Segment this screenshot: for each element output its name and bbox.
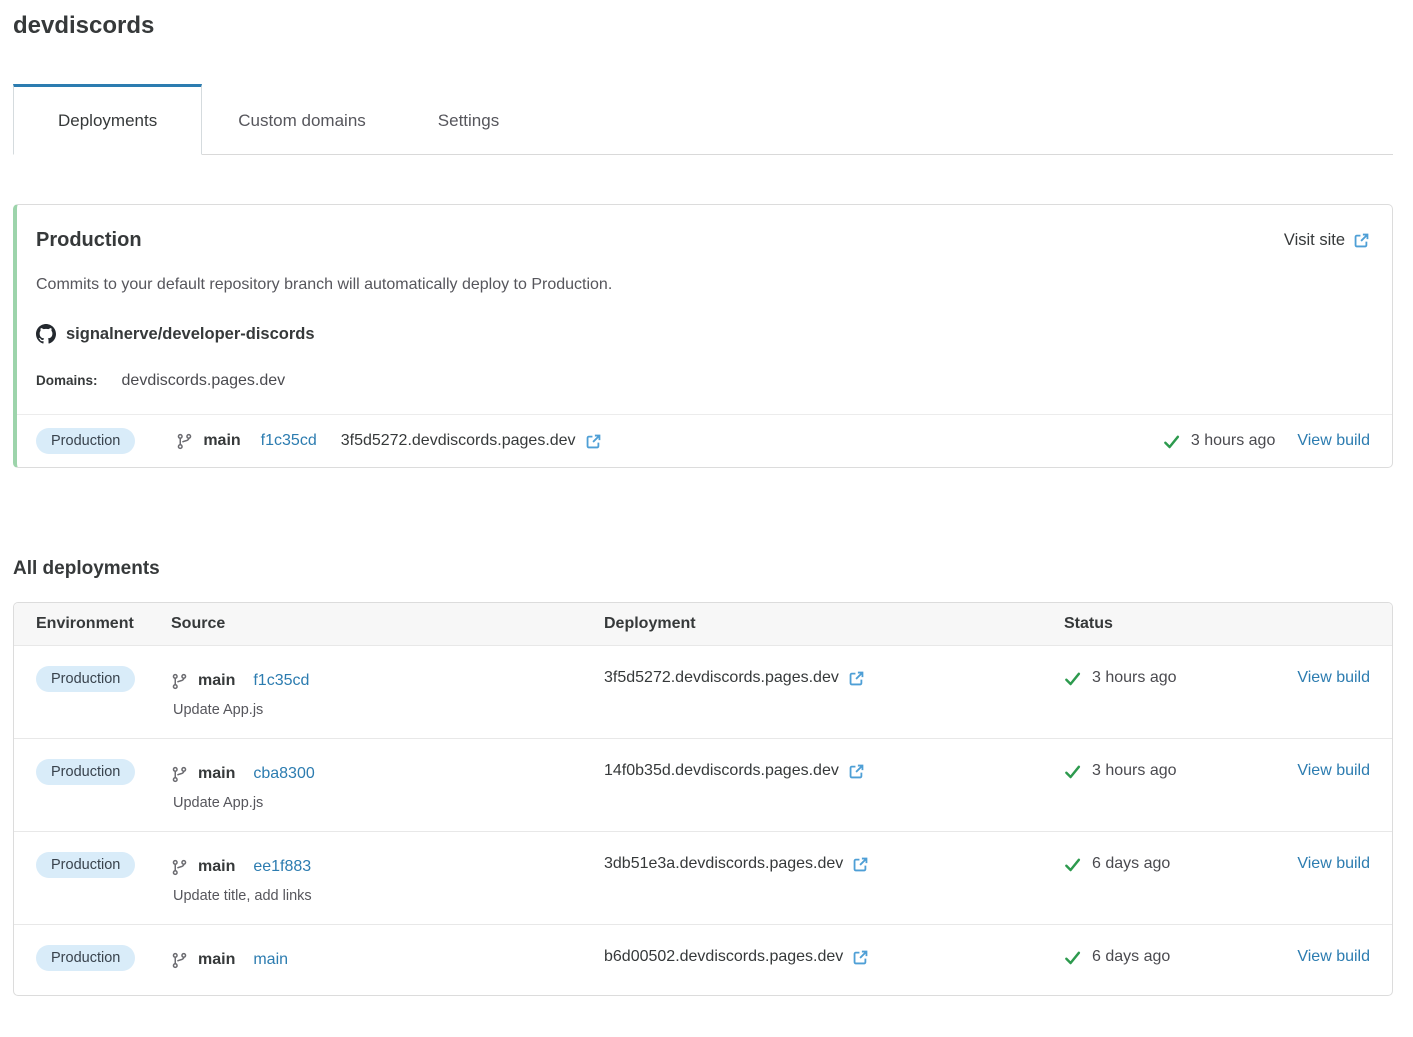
domains-label: Domains: — [36, 373, 98, 388]
view-build-link[interactable]: View build — [1297, 762, 1370, 780]
branch-name: main — [198, 672, 235, 690]
table-row: Production main ee1f883 Update title, ad… — [14, 831, 1392, 924]
production-deployment-row: Production main f1c35cd 3f5d5272.devdisc… — [17, 414, 1392, 467]
tab-settings[interactable]: Settings — [402, 84, 535, 155]
domains-value: devdiscords.pages.dev — [122, 372, 286, 390]
commit-link[interactable]: cba8300 — [253, 765, 314, 783]
commit-link[interactable]: ee1f883 — [253, 858, 311, 876]
environment-badge: Production — [36, 852, 135, 878]
commit-link[interactable]: f1c35cd — [253, 672, 309, 690]
tab-bar: Deployments Custom domains Settings — [13, 84, 1393, 155]
check-icon — [1163, 433, 1180, 450]
status-time: 3 hours ago — [1191, 432, 1276, 450]
github-icon — [36, 324, 56, 344]
deployment-url: 14f0b35d.devdiscords.pages.dev — [604, 762, 839, 780]
view-build-link[interactable]: View build — [1297, 432, 1370, 450]
visit-site-label: Visit site — [1284, 231, 1345, 250]
external-link-icon[interactable] — [852, 949, 869, 966]
table-row: Production main f1c35cd Update App.js 3f… — [14, 645, 1392, 738]
check-icon — [1064, 670, 1081, 687]
tab-custom-domains[interactable]: Custom domains — [202, 84, 402, 155]
deployment-url: b6d00502.devdiscords.pages.dev — [604, 948, 843, 966]
deployment-url: 3f5d5272.devdiscords.pages.dev — [341, 432, 576, 450]
environment-badge: Production — [36, 428, 135, 454]
deployments-table: Environment Source Deployment Status Pro… — [13, 602, 1393, 996]
all-deployments-title: All deployments — [13, 558, 1393, 580]
check-icon — [1064, 949, 1081, 966]
external-link-icon[interactable] — [585, 433, 602, 450]
check-icon — [1064, 856, 1081, 873]
environment-badge: Production — [36, 666, 135, 692]
status-time: 6 days ago — [1092, 948, 1170, 966]
repo-link[interactable]: signalnerve/developer-discords — [66, 325, 315, 344]
branch-name: main — [198, 765, 235, 783]
branch-name: main — [203, 432, 240, 450]
table-header-row: Environment Source Deployment Status — [14, 603, 1392, 645]
deployments-table-body: Production main f1c35cd Update App.js 3f… — [14, 645, 1392, 995]
page: devdiscords Deployments Custom domains S… — [0, 0, 1413, 996]
status-time: 3 hours ago — [1092, 762, 1177, 780]
visit-site-link[interactable]: Visit site — [1284, 231, 1370, 250]
column-header-environment: Environment — [36, 603, 171, 645]
external-link-icon[interactable] — [852, 856, 869, 873]
column-header-status: Status — [1064, 603, 1297, 645]
production-card: Production Visit site Commits to your de… — [13, 204, 1393, 468]
deployment-url: 3f5d5272.devdiscords.pages.dev — [604, 669, 839, 687]
branch-name: main — [198, 858, 235, 876]
commit-link[interactable]: f1c35cd — [261, 432, 317, 450]
branch-name: main — [198, 951, 235, 969]
view-build-link[interactable]: View build — [1297, 855, 1370, 873]
tab-deployments[interactable]: Deployments — [13, 84, 202, 155]
status-time: 6 days ago — [1092, 855, 1170, 873]
environment-badge: Production — [36, 759, 135, 785]
column-header-deployment: Deployment — [604, 603, 1064, 645]
commit-message: Update title, add links — [173, 888, 312, 904]
status-time: 3 hours ago — [1092, 669, 1177, 687]
git-branch-icon — [171, 766, 188, 783]
table-row: Production main main b6d00502.devdiscord… — [14, 924, 1392, 995]
commit-message: Update App.js — [173, 795, 263, 811]
git-branch-icon — [171, 859, 188, 876]
view-build-link[interactable]: View build — [1297, 948, 1370, 966]
external-link-icon[interactable] — [848, 670, 865, 687]
production-description: Commits to your default repository branc… — [36, 276, 1370, 294]
page-title: devdiscords — [13, 12, 1393, 40]
check-icon — [1064, 763, 1081, 780]
view-build-link[interactable]: View build — [1297, 669, 1370, 687]
commit-link[interactable]: main — [253, 951, 288, 969]
external-link-icon — [1353, 232, 1370, 249]
git-branch-icon — [176, 433, 193, 450]
git-branch-icon — [171, 673, 188, 690]
external-link-icon[interactable] — [848, 763, 865, 780]
git-branch-icon — [171, 952, 188, 969]
deployment-url: 3db51e3a.devdiscords.pages.dev — [604, 855, 843, 873]
production-card-title: Production — [36, 229, 142, 252]
commit-message: Update App.js — [173, 702, 263, 718]
table-row: Production main cba8300 Update App.js 14… — [14, 738, 1392, 831]
column-header-source: Source — [171, 603, 604, 645]
environment-badge: Production — [36, 945, 135, 971]
